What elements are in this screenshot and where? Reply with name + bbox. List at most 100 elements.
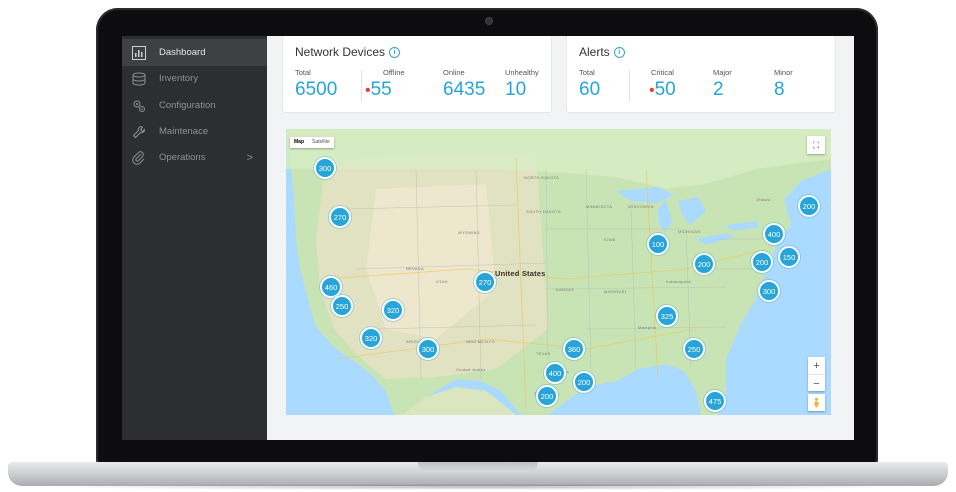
map-region-label: NEVADA bbox=[406, 266, 424, 271]
fullscreen-button[interactable]: ⛶ bbox=[807, 136, 825, 154]
offline-number: 55 bbox=[370, 79, 392, 100]
info-icon[interactable]: i bbox=[613, 46, 625, 58]
map-cluster-marker[interactable]: 200 bbox=[536, 385, 558, 407]
map-cluster-marker[interactable]: 270 bbox=[329, 206, 351, 228]
map-cluster-marker[interactable]: 250 bbox=[331, 295, 353, 317]
stat-label-major: Major bbox=[713, 68, 732, 77]
sidebar-item-operations[interactable]: Operations > bbox=[122, 144, 267, 171]
divider bbox=[361, 70, 362, 102]
main-content: Network Devices i Total 6500 Offline •55… bbox=[267, 36, 854, 440]
stat-label-offline: Offline bbox=[383, 68, 405, 77]
stat-label-critical: Critical bbox=[651, 68, 674, 77]
stat-label-minor: Minor bbox=[774, 68, 793, 77]
map-region-label: MICHIGAN bbox=[678, 229, 701, 234]
map-region-label: SOUTH DAKOTA bbox=[526, 209, 561, 214]
map-region-label: WISCONSIN bbox=[628, 204, 654, 209]
stat-value-total: 60 bbox=[579, 79, 601, 100]
paperclip-icon bbox=[132, 150, 146, 165]
stat-value-critical: •50 bbox=[649, 79, 676, 101]
map-type-satellite-button[interactable]: Satellite bbox=[308, 137, 334, 148]
map-region-label: Ottawa bbox=[756, 197, 771, 202]
map-cluster-marker[interactable]: 200 bbox=[798, 195, 820, 217]
stat-value-minor: 8 bbox=[774, 79, 785, 100]
network-devices-title: Network Devices i bbox=[295, 45, 401, 59]
fullscreen-icon: ⛶ bbox=[812, 139, 820, 150]
zoom-control: + − bbox=[808, 357, 825, 391]
pegman-icon bbox=[814, 397, 819, 408]
alerts-title-text: Alerts bbox=[579, 45, 610, 59]
sidebar-item-label: Maintenace bbox=[159, 126, 209, 137]
zoom-in-button[interactable]: + bbox=[808, 357, 825, 374]
map-region-label: Ciudad Juárez bbox=[456, 367, 486, 372]
sidebar-item-label: Configuration bbox=[159, 100, 216, 111]
stat-value-major: 2 bbox=[713, 79, 724, 100]
sidebar-item-label: Operations bbox=[159, 152, 206, 163]
map-region-label: NEW MEXICO bbox=[466, 339, 496, 344]
webcam bbox=[485, 17, 493, 25]
stat-label-total: Total bbox=[295, 68, 311, 77]
map-type-map-button[interactable]: Map bbox=[290, 137, 308, 148]
critical-number: 50 bbox=[654, 79, 676, 100]
map-cluster-marker[interactable]: 300 bbox=[758, 280, 780, 302]
map-cluster-marker[interactable]: 250 bbox=[683, 338, 705, 360]
stat-label-total: Total bbox=[579, 68, 595, 77]
map-region-label: MISSOURI bbox=[604, 289, 627, 294]
stat-value-offline: •55 bbox=[365, 79, 392, 101]
zoom-out-button[interactable]: − bbox=[808, 374, 825, 392]
map-cluster-marker[interactable]: 475 bbox=[704, 390, 726, 412]
sidebar-item-inventory[interactable]: Inventory bbox=[122, 65, 267, 92]
app-screen: Dashboard Inventory Configuration Mainte… bbox=[122, 36, 854, 440]
stat-value-total: 6500 bbox=[295, 79, 338, 100]
street-view-pegman[interactable] bbox=[808, 394, 825, 411]
device-map[interactable]: NEVADA UTAH WYOMING NEW MEXICO TEXAS KAN… bbox=[286, 129, 831, 415]
map-cluster-marker[interactable]: 150 bbox=[778, 246, 800, 268]
chart-icon bbox=[132, 45, 146, 60]
laptop-notch bbox=[418, 462, 538, 472]
sidebar-item-label: Inventory bbox=[159, 73, 199, 84]
map-region-label: KANSAS bbox=[556, 287, 575, 292]
map-cluster-marker[interactable]: 400 bbox=[763, 223, 785, 245]
stat-label-online: Online bbox=[443, 68, 465, 77]
network-devices-card: Network Devices i Total 6500 Offline •55… bbox=[283, 36, 551, 112]
map-region-label: Memphis bbox=[638, 325, 657, 330]
chevron-right-icon: > bbox=[246, 151, 253, 164]
alerts-title: Alerts i bbox=[579, 45, 625, 59]
map-region-label: MINNESOTA bbox=[586, 204, 613, 209]
map-region-label: Indianapolis bbox=[666, 279, 691, 284]
wrench-icon bbox=[132, 125, 146, 139]
map-cluster-marker[interactable]: 300 bbox=[314, 157, 336, 179]
map-region-label: IOWA bbox=[604, 237, 616, 242]
sidebar-item-configuration[interactable]: Configuration bbox=[122, 92, 267, 119]
map-cluster-marker[interactable]: 360 bbox=[563, 338, 585, 360]
sidebar-item-dashboard[interactable]: Dashboard bbox=[122, 39, 267, 66]
map-region-label: NORTH DAKOTA bbox=[524, 175, 560, 180]
sidebar: Dashboard Inventory Configuration Mainte… bbox=[122, 36, 267, 440]
sidebar-item-maintenance[interactable]: Maintenace bbox=[122, 118, 267, 145]
map-region-label: UTAH bbox=[436, 279, 448, 284]
map-cluster-marker[interactable]: 300 bbox=[417, 338, 439, 360]
gears-icon bbox=[132, 99, 146, 113]
country-label: United States bbox=[495, 269, 546, 278]
map-cluster-marker[interactable]: 100 bbox=[647, 233, 669, 255]
map-cluster-marker[interactable]: 400 bbox=[544, 362, 566, 384]
sidebar-item-label: Dashboard bbox=[159, 47, 206, 58]
divider bbox=[629, 70, 630, 102]
map-cluster-marker[interactable]: 325 bbox=[656, 305, 678, 327]
map-region-label: WYOMING bbox=[458, 230, 481, 235]
map-type-toggle: Map Satellite bbox=[290, 137, 334, 148]
laptop-shadow bbox=[40, 484, 916, 490]
map-cluster-marker[interactable]: 200 bbox=[573, 371, 595, 393]
stat-value-online: 6435 bbox=[443, 79, 486, 100]
map-cluster-marker[interactable]: 200 bbox=[693, 253, 715, 275]
network-devices-title-text: Network Devices bbox=[295, 45, 386, 59]
info-icon[interactable]: i bbox=[389, 46, 401, 58]
map-cluster-marker[interactable]: 200 bbox=[751, 251, 773, 273]
map-cluster-marker[interactable]: 320 bbox=[360, 327, 382, 349]
map-cluster-marker[interactable]: 320 bbox=[382, 299, 404, 321]
database-icon bbox=[132, 72, 146, 86]
map-region-label: TEXAS bbox=[536, 351, 551, 356]
map-cluster-marker[interactable]: 270 bbox=[474, 271, 496, 293]
alerts-card: Alerts i Total 60 Critical •50 Major 2 M… bbox=[567, 36, 835, 112]
stat-value-unhealthy: 10 bbox=[505, 79, 527, 100]
stat-label-unhealthy: Unhealthy bbox=[505, 68, 539, 77]
